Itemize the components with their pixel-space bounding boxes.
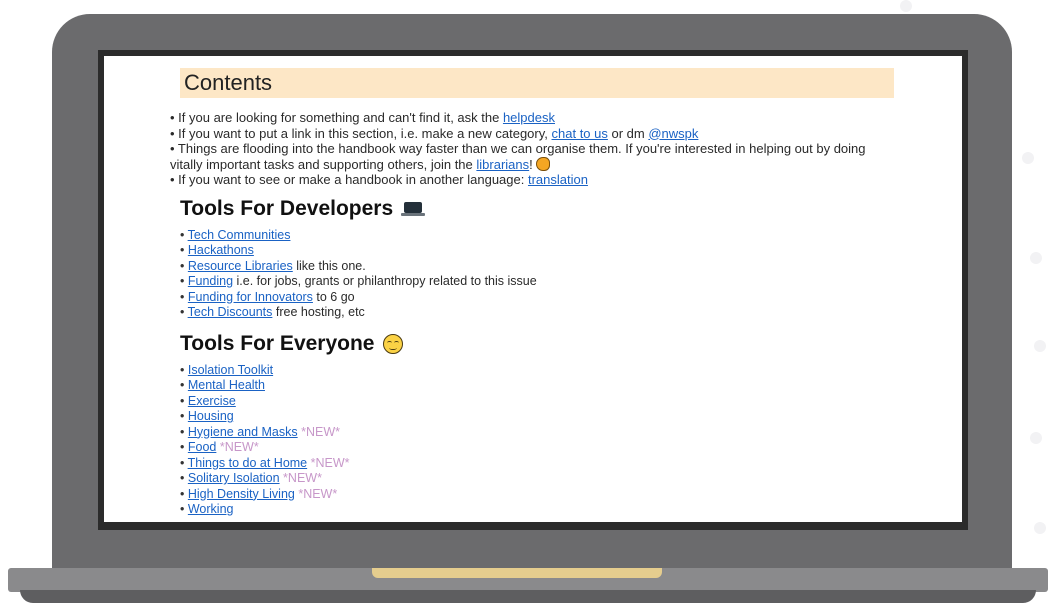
item-description: like this one. xyxy=(292,258,366,273)
list-item: Things to do at Home *NEW* xyxy=(180,456,900,472)
list-item: Housing xyxy=(180,409,900,425)
exercise-link[interactable]: Exercise xyxy=(188,394,236,408)
item-description: to 6 go xyxy=(312,289,355,304)
resource-libraries-link[interactable]: Resource Libraries xyxy=(188,259,293,273)
everyone-heading-text: Tools For Everyone xyxy=(180,331,375,355)
list-item: Hackathons xyxy=(180,243,900,259)
isolation-toolkit-link[interactable]: Isolation Toolkit xyxy=(188,363,273,377)
developers-heading-text: Tools For Developers xyxy=(180,196,394,220)
tech-communities-link[interactable]: Tech Communities xyxy=(188,228,291,242)
housing-link[interactable]: Housing xyxy=(188,409,234,423)
helpdesk-link[interactable]: helpdesk xyxy=(503,110,555,125)
contents-heading: Contents xyxy=(180,68,894,98)
list-item: Isolation Toolkit xyxy=(180,363,900,379)
librarians-link[interactable]: librarians xyxy=(476,157,529,172)
list-item: High Density Living *NEW* xyxy=(180,487,900,503)
relieved-face-icon xyxy=(382,333,403,354)
list-item: Funding i.e. for jobs, grants or philant… xyxy=(180,274,900,290)
list-item: Funding for Innovators to 6 go xyxy=(180,290,900,306)
funding-for-innovators-link[interactable]: Funding for Innovators xyxy=(188,290,313,304)
list-item: Working xyxy=(180,502,900,518)
laptop-opening-notch xyxy=(372,568,662,578)
developers-heading: Tools For Developers xyxy=(180,196,900,222)
contents-intro: • If you are looking for something and c… xyxy=(170,110,900,188)
developers-list: Tech CommunitiesHackathons Resource Libra… xyxy=(180,228,900,321)
intro-line-chat: • If you want to put a link in this sect… xyxy=(170,126,900,142)
laptop-icon xyxy=(401,201,426,216)
translation-link[interactable]: translation xyxy=(528,172,588,187)
list-item: Hygiene and Masks *NEW* xyxy=(180,425,900,441)
new-badge: *NEW* xyxy=(216,440,259,454)
intro-text: • If you are looking for something and c… xyxy=(170,110,503,125)
funding-link[interactable]: Funding xyxy=(188,274,233,288)
food-link[interactable]: Food xyxy=(188,440,217,454)
list-item: Tech Discounts free hosting, etc xyxy=(180,305,900,321)
new-badge: *NEW* xyxy=(294,486,338,501)
nwspk-link[interactable]: @nwspk xyxy=(648,126,698,141)
high-density-living-link[interactable]: High Density Living xyxy=(188,487,295,501)
new-badge: *NEW* xyxy=(307,455,350,470)
chat-to-us-link[interactable]: chat to us xyxy=(552,126,608,141)
handbook-document: Contents • If you are looking for someth… xyxy=(170,68,900,518)
working-link[interactable]: Working xyxy=(188,502,234,516)
intro-text: • If you want to see or make a handbook … xyxy=(170,172,528,187)
list-item: Exercise xyxy=(180,394,900,410)
intro-text: or dm xyxy=(607,125,649,141)
things-to-do-at-home-link[interactable]: Things to do at Home xyxy=(188,456,308,470)
list-item: Mental Health xyxy=(180,378,900,394)
everyone-list: Isolation ToolkitMental Health ExerciseHo… xyxy=(180,363,900,518)
laptop-base-bottom xyxy=(20,590,1036,603)
new-badge: *NEW* xyxy=(279,471,322,485)
hygiene-and-masks-link[interactable]: Hygiene and Masks xyxy=(188,425,298,439)
intro-line-translation: • If you want to see or make a handbook … xyxy=(170,172,900,188)
item-description: free hosting, etc xyxy=(272,305,365,319)
item-description: i.e. for jobs, grants or philanthropy re… xyxy=(233,274,537,288)
hackathons-link[interactable]: Hackathons xyxy=(188,243,254,257)
list-item: Food *NEW* xyxy=(180,440,900,456)
new-badge: *NEW* xyxy=(297,424,341,439)
list-item: Tech Communities xyxy=(180,228,900,244)
intro-text: ! xyxy=(529,156,537,172)
intro-text: • If you want to put a link in this sect… xyxy=(170,125,552,141)
laptop-screen: Contents • If you are looking for someth… xyxy=(104,56,962,522)
list-item: Solitary Isolation *NEW* xyxy=(180,471,900,487)
everyone-heading: Tools For Everyone xyxy=(180,331,900,357)
flexed-biceps-icon xyxy=(536,156,551,171)
tech-discounts-link[interactable]: Tech Discounts xyxy=(188,305,273,319)
intro-line-helpdesk: • If you are looking for something and c… xyxy=(170,110,900,126)
solitary-isolation-link[interactable]: Solitary Isolation xyxy=(188,471,280,485)
list-item: Resource Libraries like this one. xyxy=(180,259,900,275)
intro-line-librarians: • Things are flooding into the handbook … xyxy=(170,141,900,172)
mental-health-link[interactable]: Mental Health xyxy=(188,378,265,392)
